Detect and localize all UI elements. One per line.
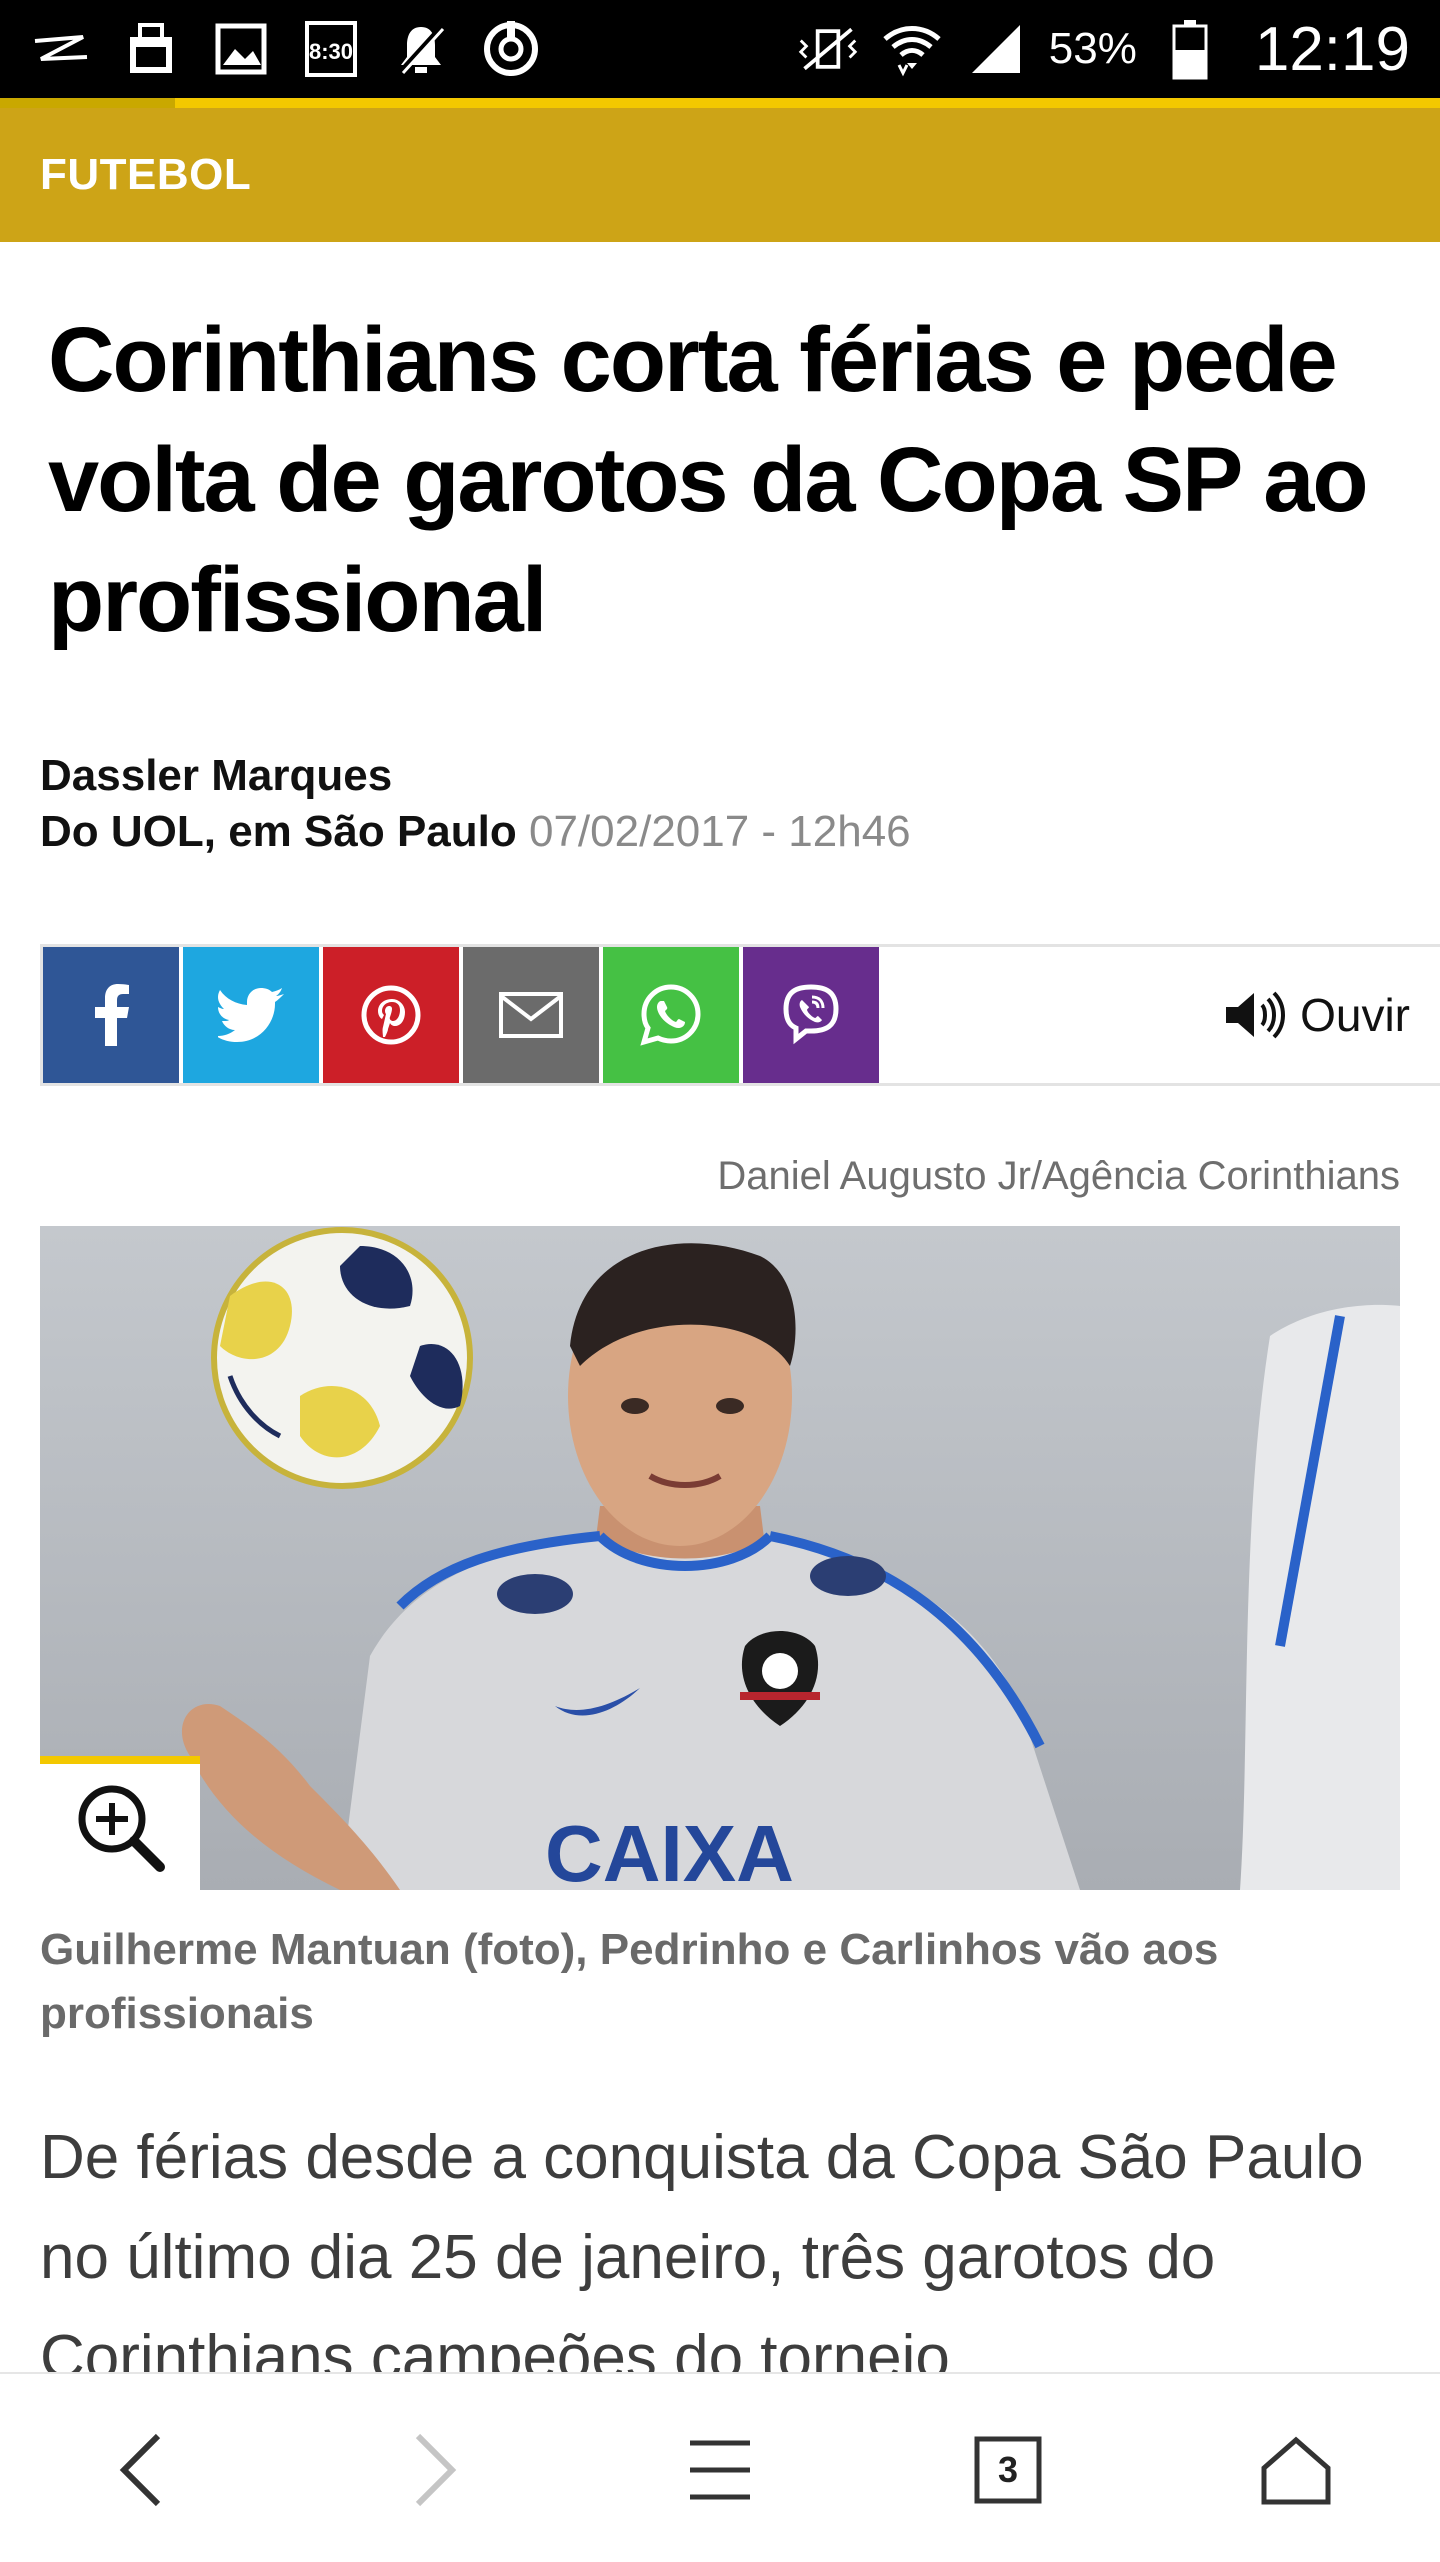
share-facebook-button[interactable] — [43, 947, 179, 1083]
chevron-right-icon — [415, 2433, 457, 2507]
whatsapp-icon — [640, 984, 701, 1046]
speaker-icon — [1226, 991, 1286, 1039]
chevron-left-icon — [119, 2433, 161, 2507]
home-button[interactable] — [1236, 2410, 1356, 2530]
share-whatsapp-button[interactable] — [603, 947, 739, 1083]
back-button[interactable] — [82, 2410, 202, 2530]
tabs-count: 3 — [997, 2449, 1019, 2490]
author-origin: Do UOL, em São Paulo — [40, 807, 517, 856]
byline: Dassler Marques Do UOL, em São Paulo 07/… — [40, 748, 911, 860]
facebook-icon — [95, 984, 129, 1046]
article-headline: Corinthians corta férias e pede volta de… — [48, 309, 1369, 651]
wifi-icon — [881, 18, 943, 80]
clipboard-icon — [120, 18, 182, 80]
browser-toolbar: 3 — [0, 2372, 1440, 2562]
clock-time: 12:19 — [1254, 14, 1410, 84]
player-photo-illustration: CAIXA — [40, 1226, 1400, 1890]
menu-button[interactable] — [660, 2410, 780, 2530]
zoom-in-icon — [78, 1785, 165, 1872]
photo-caption: Guilherme Mantuan (foto), Pedrinho e Car… — [40, 1925, 1219, 2038]
signal-icon — [965, 18, 1027, 80]
email-icon — [499, 992, 563, 1038]
pinterest-icon — [361, 985, 421, 1045]
clock-widget-icon: 8:30 — [300, 18, 362, 80]
section-label[interactable]: FUTEBOL — [0, 150, 251, 200]
share-pinterest-button[interactable] — [323, 947, 459, 1083]
publish-date: 07/02/2017 - 12h46 — [528, 807, 911, 856]
menu-icon — [690, 2440, 750, 2500]
status-bar: 8:30 53% 12:19 — [0, 0, 1440, 98]
article-photo[interactable]: CAIXA — [40, 1226, 1400, 1890]
page-load-progress — [0, 98, 1440, 108]
mute-icon — [390, 18, 452, 80]
section-header[interactable]: FUTEBOL — [0, 108, 1440, 242]
svg-text:CAIXA: CAIXA — [545, 1809, 794, 1890]
status-right: 53% 12:19 — [797, 0, 1410, 98]
battery-icon — [1159, 18, 1221, 80]
sync-icon — [480, 18, 542, 80]
forward-button[interactable] — [374, 2410, 494, 2530]
share-bar: Ouvir — [40, 944, 1440, 1086]
status-left-icons: 8:30 — [0, 18, 542, 80]
svg-text:8:30: 8:30 — [309, 39, 353, 64]
battery-percent: 53% — [1048, 24, 1137, 73]
zap-icon — [30, 18, 92, 80]
listen-button[interactable]: Ouvir — [1224, 947, 1410, 1083]
author-name: Dassler Marques — [40, 751, 393, 800]
twitter-icon — [218, 988, 284, 1042]
share-viber-button[interactable] — [743, 947, 879, 1083]
viber-icon — [783, 984, 839, 1045]
gallery-icon — [210, 18, 272, 80]
article-body: De férias desde a conquista da Copa São … — [40, 2123, 1364, 2392]
share-email-button[interactable] — [463, 947, 599, 1083]
vibrate-icon — [797, 18, 859, 80]
home-icon — [1261, 2436, 1331, 2505]
zoom-photo-button[interactable] — [40, 1756, 200, 1890]
listen-label[interactable]: Ouvir — [1300, 988, 1410, 1042]
photo-credit: Daniel Augusto Jr/Agência Corinthians — [717, 1154, 1400, 1198]
share-twitter-button[interactable] — [183, 947, 319, 1083]
tabs-button[interactable]: 3 — [948, 2410, 1068, 2530]
